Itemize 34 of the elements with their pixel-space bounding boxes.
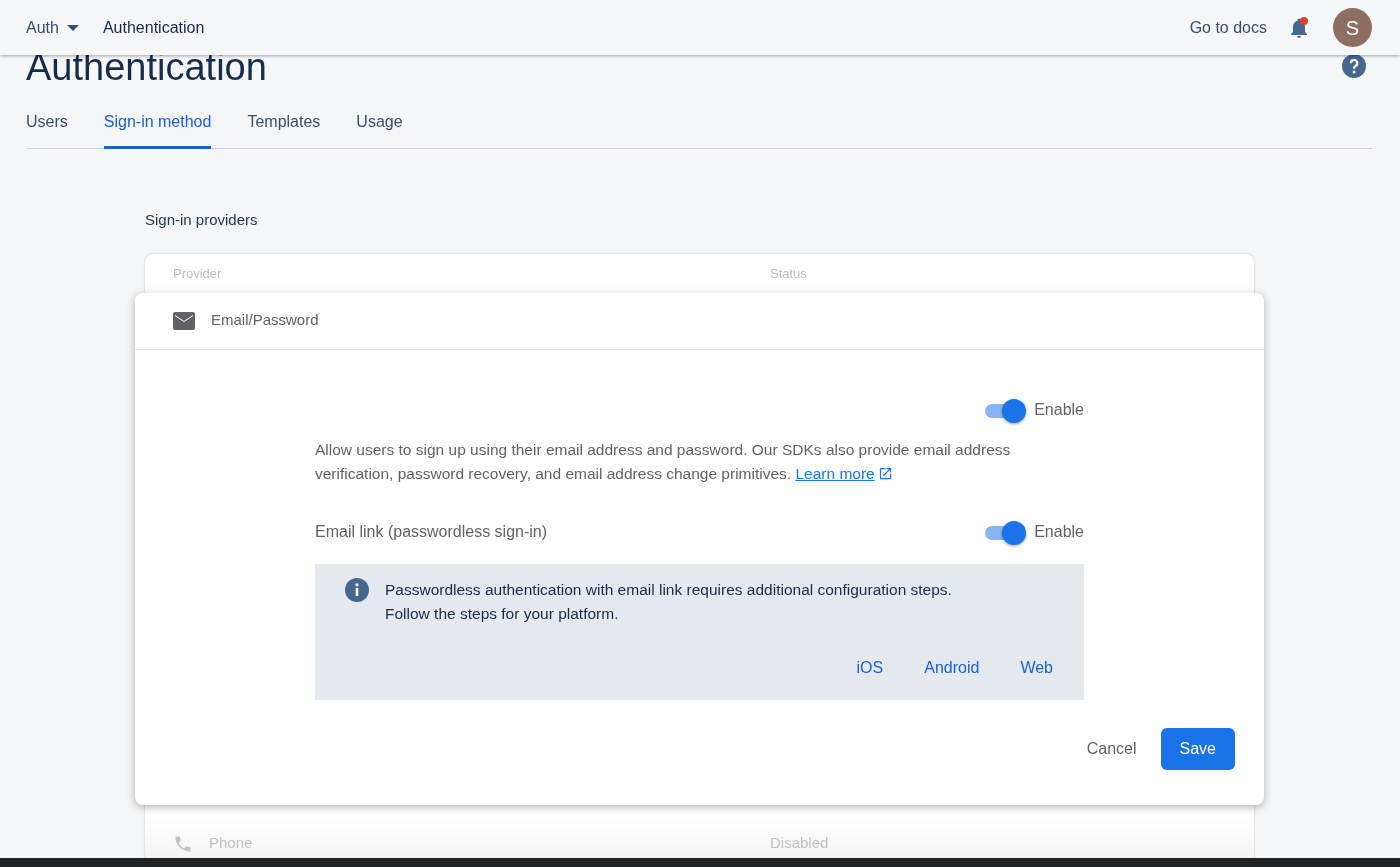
- notice-text: Follow the steps for your platform.: [385, 603, 620, 624]
- platform-link[interactable]: Android: [924, 655, 980, 680]
- platform-link[interactable]: iOS: [856, 655, 884, 680]
- column-header: Provider: [173, 264, 223, 283]
- page-title: Authentication: [26, 48, 267, 86]
- caret-icon: [66, 24, 79, 31]
- external-link-icon: [877, 465, 893, 481]
- notice-text: Passwordless authentication with email link requires additional configuration steps.: [385, 579, 952, 600]
- tab[interactable]: Users: [26, 102, 68, 149]
- provider-name: Email/Password: [211, 310, 319, 331]
- platform-link[interactable]: Web: [1020, 655, 1053, 680]
- save-button[interactable]: Save: [1160, 727, 1235, 770]
- section-title: Sign-in providers: [145, 210, 259, 230]
- toggle-label: Enable: [1034, 521, 1084, 542]
- product-menu[interactable]: Auth: [26, 15, 79, 40]
- user-avatar[interactable]: S: [1333, 8, 1372, 47]
- toggle-switch[interactable]: [983, 519, 1027, 544]
- toggle-switch[interactable]: [983, 397, 1027, 422]
- description-text: Allow users to sign up using their email address and password. Our SDKs also provide email address verification, password recovery, and email address change primitives. Learn more: [315, 439, 1012, 484]
- option-label: Email link (passwordless sign-in): [315, 521, 548, 542]
- tab[interactable]: Templates: [247, 102, 321, 149]
- breadcrumb-title: Authentication: [102, 17, 205, 38]
- tab[interactable]: Sign-in method: [103, 102, 212, 149]
- mail-icon: [173, 311, 195, 330]
- tab[interactable]: Usage: [356, 102, 403, 149]
- cancel-button[interactable]: Cancel: [1078, 727, 1145, 770]
- info-icon: [345, 577, 369, 602]
- column-header: Status: [770, 264, 807, 283]
- provider-status: Disabled: [770, 833, 829, 854]
- learn-more-link[interactable]: Learn more: [795, 464, 893, 482]
- provider-name: Phone: [209, 833, 253, 854]
- toggle-label: Enable: [1034, 399, 1084, 420]
- help-icon[interactable]: [1342, 54, 1366, 78]
- docs-link[interactable]: Go to docs: [1189, 15, 1267, 40]
